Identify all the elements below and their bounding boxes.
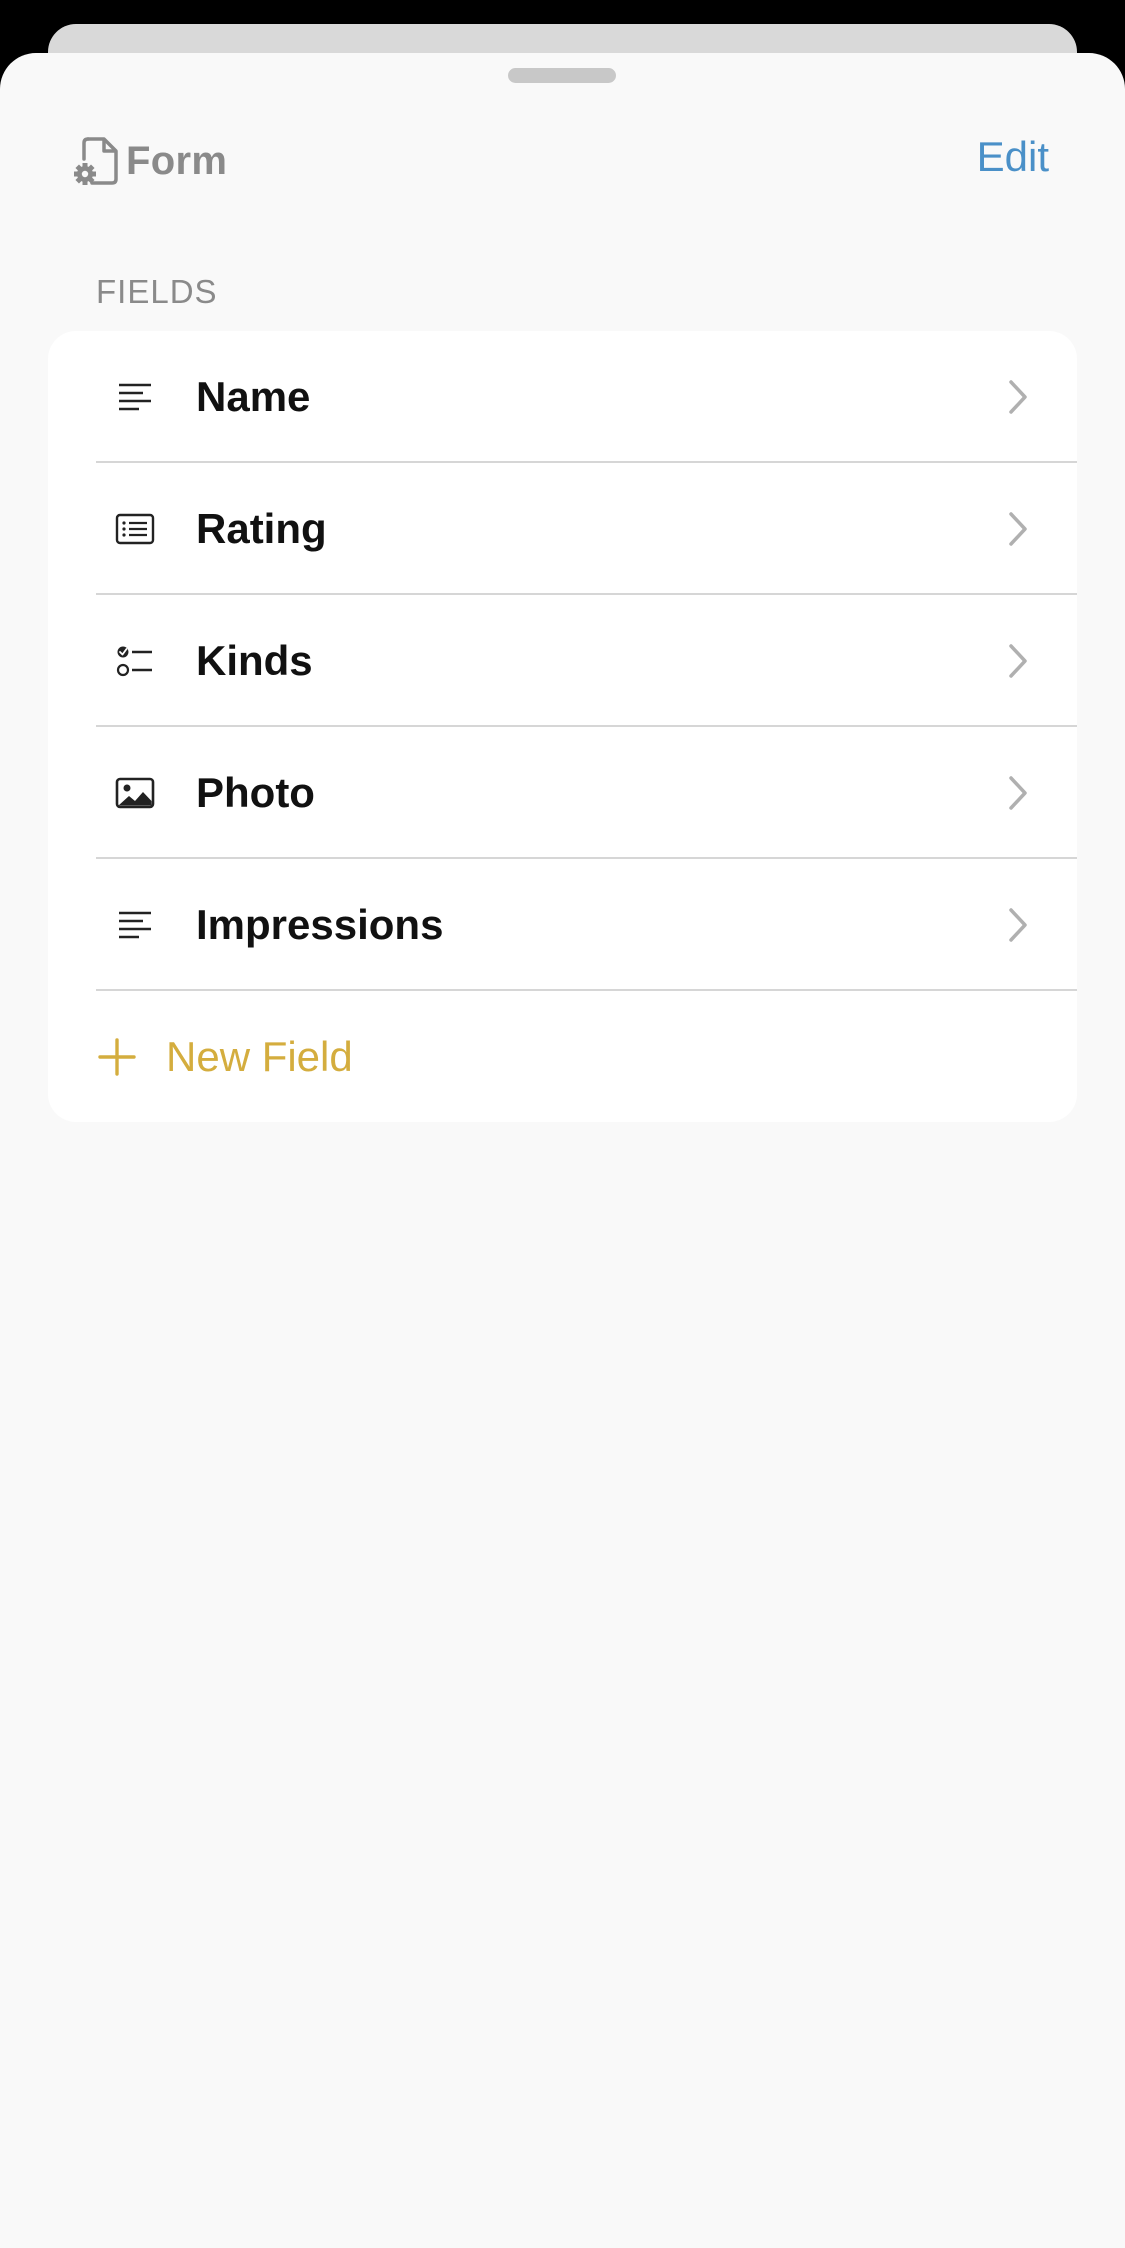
field-label: Impressions xyxy=(196,901,444,948)
fields-section-label: FIELDS xyxy=(96,273,218,310)
checklist-icon xyxy=(114,640,156,682)
chevron-right-icon xyxy=(1009,512,1027,546)
new-field-button[interactable]: New Field xyxy=(48,991,1077,1122)
plus-icon xyxy=(98,1037,136,1076)
chevron-right-icon xyxy=(1009,908,1027,942)
chevron-right-icon xyxy=(1009,380,1027,414)
field-label: Rating xyxy=(196,505,327,552)
form-settings-icon xyxy=(74,137,118,185)
form-sheet: Form Edit FIELDS Name Rating Kinds Photo… xyxy=(0,53,1125,2248)
list-card-icon xyxy=(114,508,156,550)
field-row-kinds[interactable]: Kinds xyxy=(48,595,1077,727)
field-label: Photo xyxy=(196,769,315,816)
photo-icon xyxy=(114,772,156,814)
sheet-grabber[interactable] xyxy=(508,68,616,83)
form-title: Form xyxy=(126,138,228,183)
field-row-photo[interactable]: Photo xyxy=(48,727,1077,859)
field-row-rating[interactable]: Rating xyxy=(48,463,1077,595)
field-label: Kinds xyxy=(196,637,313,684)
edit-button[interactable]: Edit xyxy=(977,133,1049,181)
chevron-right-icon xyxy=(1009,644,1027,678)
text-lines-icon xyxy=(114,376,156,418)
field-label: Name xyxy=(196,373,311,420)
field-row-name[interactable]: Name xyxy=(48,331,1077,463)
field-row-impressions[interactable]: Impressions xyxy=(48,859,1077,991)
text-lines-icon xyxy=(114,904,156,946)
fields-list: Name Rating Kinds Photo Impressions New … xyxy=(48,331,1077,1122)
new-field-label: New Field xyxy=(166,1032,353,1080)
chevron-right-icon xyxy=(1009,776,1027,810)
page-title: Form xyxy=(74,131,227,191)
